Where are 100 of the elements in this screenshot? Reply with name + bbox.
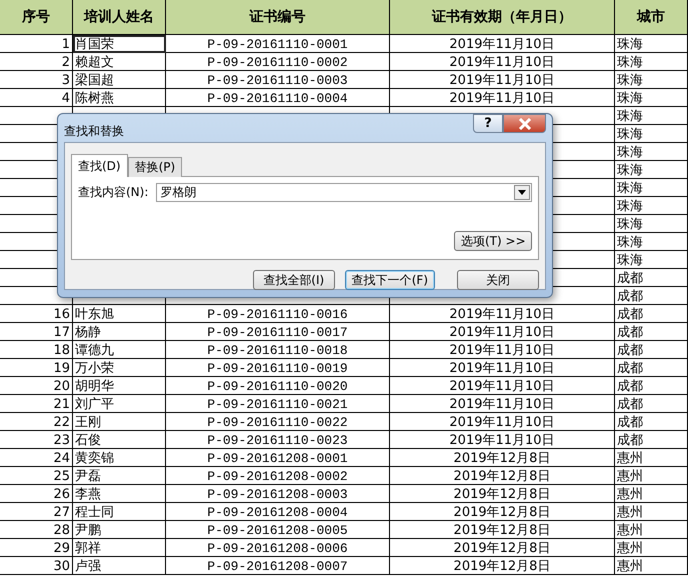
expiry-date: 2019年11月10日: [449, 54, 555, 71]
row-number: 26: [53, 486, 70, 502]
name-cell-text: 杨静: [75, 324, 101, 341]
certificate-number: P-09-20161208-0001: [207, 450, 348, 466]
dialog-title: 查找和替换: [64, 123, 124, 140]
city-cell-text: 惠州: [617, 558, 643, 575]
city-cell-text: 珠海: [617, 54, 643, 71]
expiry-date: 2019年12月8日: [454, 540, 550, 557]
dropdown-button[interactable]: [514, 185, 530, 200]
expiry-date: 2019年11月10日: [449, 306, 555, 323]
dialog-button[interactable]: 关闭: [457, 270, 539, 290]
row-number: 22: [53, 414, 70, 430]
certificate-number: P-09-20161208-0007: [207, 558, 348, 574]
certificate-number: P-09-20161110-0022: [207, 414, 348, 430]
row-number: 23: [53, 432, 70, 448]
expiry-date: 2019年12月8日: [454, 504, 550, 521]
column-header: 城市: [615, 0, 688, 34]
row-number: 18: [53, 342, 70, 358]
city-cell-text: 成都: [617, 288, 643, 305]
name-cell-text: 王刚: [75, 414, 101, 431]
name-cell-text: 程士同: [75, 504, 114, 521]
city-cell-text: 成都: [617, 342, 643, 359]
city-cell-text: 惠州: [617, 504, 643, 521]
row-number: 28: [53, 522, 70, 538]
certificate-number: P-09-20161208-0006: [207, 540, 348, 556]
city-cell-text: 珠海: [617, 162, 643, 179]
dialog-tab[interactable]: 查找(D): [71, 154, 128, 177]
row-number: 19: [53, 360, 70, 376]
row-number: 29: [53, 540, 70, 556]
certificate-number: P-09-20161110-0019: [207, 360, 348, 376]
expiry-date: 2019年12月8日: [454, 450, 550, 467]
city-cell-text: 成都: [617, 324, 643, 341]
options-button[interactable]: 选项(T) >>: [454, 231, 532, 251]
city-cell-text: 珠海: [617, 72, 643, 89]
city-cell-text: 成都: [617, 360, 643, 377]
caret-icon: [518, 190, 526, 195]
expiry-date: 2019年11月10日: [449, 378, 555, 395]
dialog-tab[interactable]: 替换(P): [128, 157, 182, 177]
row-number: 27: [53, 504, 70, 520]
expiry-date: 2019年11月10日: [449, 414, 555, 431]
name-cell-text: 胡明华: [75, 378, 114, 395]
column-header: 序号: [0, 0, 73, 34]
row-number: 2: [62, 54, 70, 70]
name-cell-text: 黄奕锦: [75, 450, 114, 467]
dialog-button[interactable]: 查找全部(I): [252, 270, 335, 290]
city-cell-text: 珠海: [617, 198, 643, 215]
help-button[interactable]: ?: [473, 114, 503, 133]
certificate-number: P-09-20161110-0003: [207, 72, 348, 88]
expiry-date: 2019年11月10日: [449, 342, 555, 359]
city-cell-text: 惠州: [617, 540, 643, 557]
certificate-number: P-09-20161208-0005: [207, 522, 348, 538]
row-number: 4: [62, 90, 70, 106]
city-cell-text: 成都: [617, 432, 643, 449]
city-cell-text: 珠海: [617, 180, 643, 197]
name-cell-text: 郭祥: [75, 540, 101, 557]
name-cell-text: 石俊: [75, 432, 101, 449]
city-cell-text: 珠海: [617, 216, 643, 233]
city-cell-text: 珠海: [617, 126, 643, 143]
row-number: 17: [53, 324, 70, 340]
name-cell-text: 谭德九: [75, 342, 114, 359]
city-cell-text: 惠州: [617, 468, 643, 485]
certificate-number: P-09-20161110-0021: [207, 396, 348, 412]
row-number: 1: [62, 36, 70, 52]
certificate-number: P-09-20161208-0003: [207, 486, 348, 502]
close-button[interactable]: [503, 114, 546, 133]
dialog-button[interactable]: 查找下一个(F): [344, 270, 435, 290]
name-cell-text: 赖超文: [75, 54, 114, 71]
certificate-number: P-09-20161110-0002: [207, 54, 348, 70]
row-number: 3: [62, 72, 70, 88]
row-number: 24: [53, 450, 70, 466]
find-field[interactable]: 罗格朗: [156, 183, 532, 202]
expiry-date: 2019年12月8日: [454, 558, 550, 575]
city-cell-text: 珠海: [617, 252, 643, 269]
name-cell-text: 卢强: [75, 558, 101, 575]
name-cell-text: 万小荣: [75, 360, 114, 377]
name-cell-text: 刘广平: [75, 396, 114, 413]
city-cell-text: 惠州: [617, 486, 643, 503]
row-number: 21: [53, 396, 70, 412]
certificate-number: P-09-20161110-0001: [207, 36, 348, 52]
certificate-number: P-09-20161110-0017: [207, 324, 348, 340]
find-label: 查找内容(N):: [78, 184, 148, 201]
city-cell-text: 成都: [617, 396, 643, 413]
certificate-number: P-09-20161110-0016: [207, 306, 348, 322]
column-header: 证书有效期（年月日）: [390, 0, 615, 34]
expiry-date: 2019年12月8日: [454, 468, 550, 485]
column-header: 证书编号: [166, 0, 390, 34]
certificate-number: P-09-20161208-0004: [207, 504, 348, 520]
city-cell-text: 珠海: [617, 144, 643, 161]
expiry-date: 2019年12月8日: [454, 522, 550, 539]
name-cell-text: 肖国荣: [75, 36, 114, 53]
name-cell-text: 梁国超: [75, 72, 114, 89]
expiry-date: 2019年12月8日: [454, 486, 550, 503]
certificate-number: P-09-20161110-0023: [207, 432, 348, 448]
row-number: 30: [53, 558, 70, 574]
certificate-number: P-09-20161110-0020: [207, 378, 348, 394]
column-header: 培训人姓名: [73, 0, 166, 34]
city-cell-text: 珠海: [617, 90, 643, 107]
close-icon: [518, 118, 532, 130]
expiry-date: 2019年11月10日: [449, 36, 555, 53]
city-cell-text: 成都: [617, 378, 643, 395]
